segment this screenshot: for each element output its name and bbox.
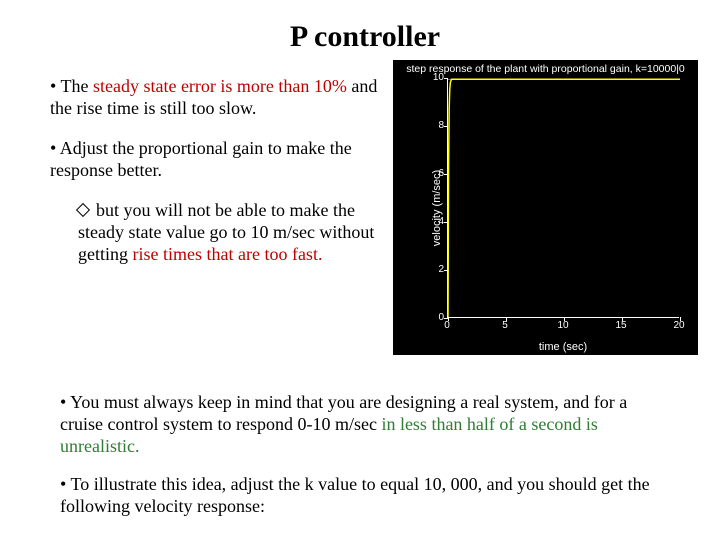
bullet-1-red: steady state error is more than 10% <box>93 76 351 96</box>
chart-xtick: 5 <box>493 320 517 331</box>
slide: P controller • The steady state error is… <box>0 0 720 540</box>
chart-plot-area <box>447 78 679 318</box>
diamond-icon <box>76 203 90 217</box>
chart-curve <box>448 78 680 318</box>
chart-xtick: 15 <box>609 320 633 331</box>
left-column: • The steady state error is more than 10… <box>50 76 390 266</box>
chart-ytick: 8 <box>424 120 444 131</box>
sub-bullet-red: rise times that are too fast. <box>133 244 323 264</box>
chart-ytick: 2 <box>424 264 444 275</box>
chart-xlabel: time (sec) <box>447 341 679 353</box>
chart-ytick: 10 <box>424 72 444 83</box>
bullet-3: • You must always keep in mind that you … <box>60 392 668 458</box>
bullet-1: • The steady state error is more than 10… <box>50 76 390 120</box>
bullet-4: • To illustrate this idea, adjust the k … <box>60 474 668 518</box>
chart-ytick: 4 <box>424 216 444 227</box>
bullet-2: • Adjust the proportional gain to make t… <box>50 138 390 182</box>
lower-bullets: • You must always keep in mind that you … <box>60 392 668 534</box>
bullet-1-pre: • The <box>50 76 93 96</box>
chart-xtick: 0 <box>435 320 459 331</box>
chart-ylabel: velocity (m/sec) <box>431 169 443 245</box>
chart-ytick: 6 <box>424 168 444 179</box>
chart-xtick: 10 <box>551 320 575 331</box>
slide-title: P controller <box>50 20 680 54</box>
sub-bullet-1: but you will not be able to make the ste… <box>78 200 388 266</box>
chart: step response of the plant with proporti… <box>393 60 698 355</box>
chart-xtick: 20 <box>667 320 691 331</box>
